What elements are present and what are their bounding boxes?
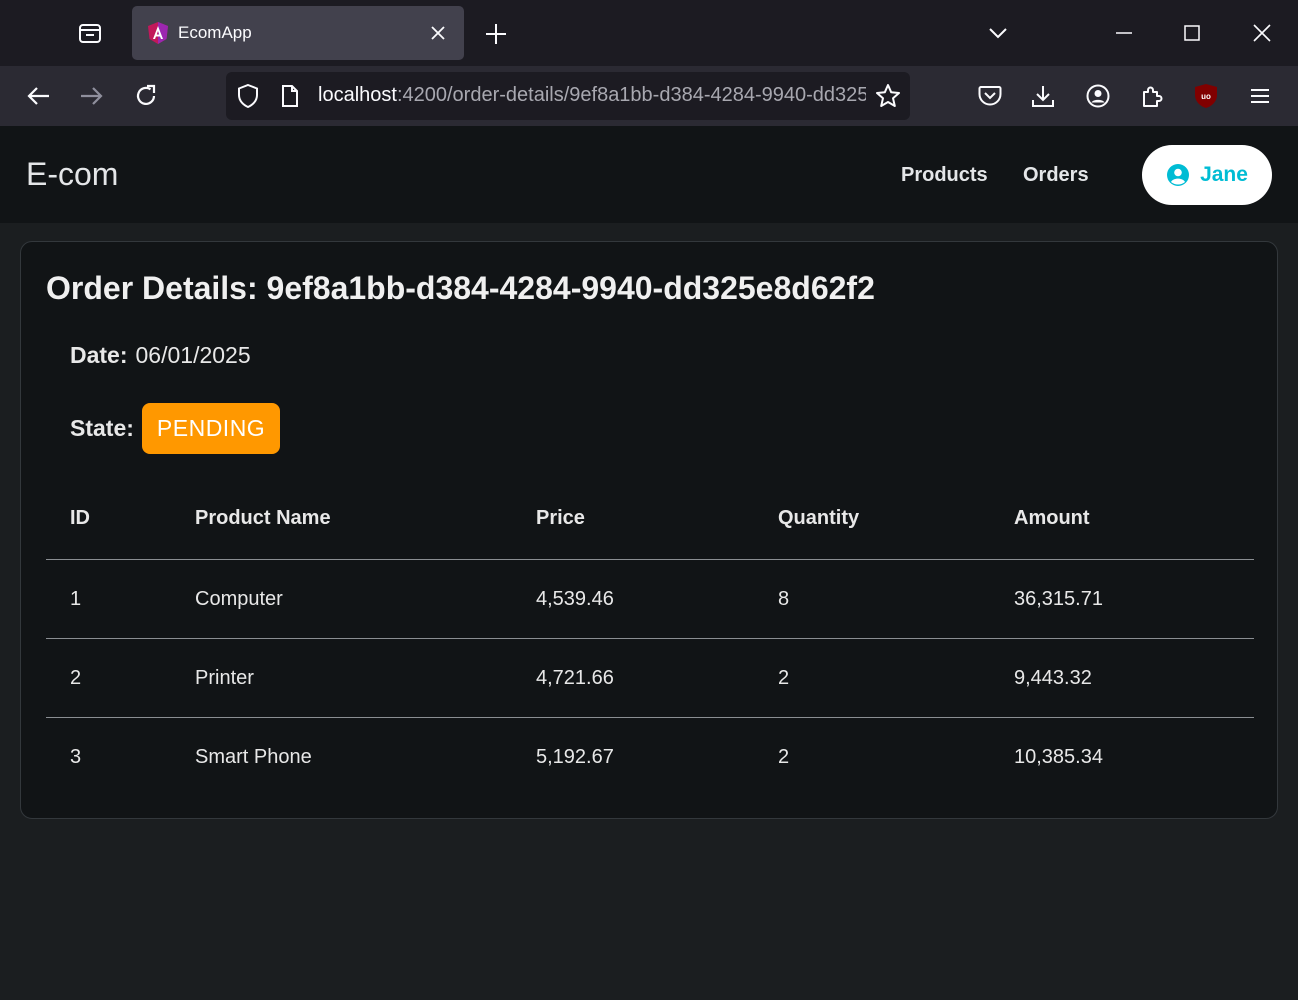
date-label: Date:: [70, 342, 128, 368]
order-date-row: Date: 06/01/2025: [70, 342, 251, 369]
date-value: 06/01/2025: [135, 342, 251, 368]
tab-title: EcomApp: [178, 23, 252, 42]
cell-id: 2: [70, 666, 82, 689]
browser-nav-bar: localhost:4200/order-details/9ef8a1bb-d3…: [0, 66, 1298, 126]
state-label: State:: [70, 415, 134, 441]
pocket-icon[interactable]: [968, 74, 1012, 118]
download-icon[interactable]: [1021, 74, 1065, 118]
cell-id: 1: [70, 587, 82, 610]
user-name: Jane: [1200, 163, 1248, 186]
user-menu-button[interactable]: Jane: [1142, 145, 1272, 205]
cell-price: 4,539.46: [536, 587, 614, 610]
brand-logo[interactable]: E-com: [26, 156, 118, 193]
cell-product-name: Printer: [195, 666, 254, 689]
browser-tab-bar: EcomApp: [0, 0, 1298, 66]
column-header-amount[interactable]: Amount: [1014, 478, 1090, 559]
cell-product-name: Smart Phone: [195, 746, 312, 768]
ublock-icon[interactable]: uo: [1184, 74, 1228, 118]
order-state-row: State: PENDING: [70, 403, 281, 454]
star-icon[interactable]: [874, 82, 902, 110]
forward-arrow-icon[interactable]: [70, 74, 114, 118]
column-header-quantity[interactable]: Quantity: [778, 478, 859, 559]
column-header-price[interactable]: Price: [536, 478, 585, 559]
cell-quantity: 2: [778, 666, 790, 689]
url-bar[interactable]: localhost:4200/order-details/9ef8a1bb-d3…: [226, 72, 910, 120]
menu-icon[interactable]: [1238, 74, 1282, 118]
reload-icon[interactable]: [124, 74, 168, 118]
nav-products-link[interactable]: Products: [901, 164, 988, 187]
back-arrow-icon[interactable]: [16, 74, 60, 118]
status-badge: PENDING: [141, 403, 281, 454]
cell-id: 3: [70, 746, 82, 768]
extensions-icon[interactable]: [1130, 74, 1174, 118]
new-tab-icon[interactable]: [476, 14, 516, 54]
table-row: 3 Smart Phone 5,192.67 2 10,385.34: [46, 718, 1254, 797]
order-details-card: Order Details: 9ef8a1bb-d384-4284-9940-d…: [20, 241, 1278, 819]
column-header-id[interactable]: ID: [70, 478, 90, 559]
url-text[interactable]: localhost:4200/order-details/9ef8a1bb-d3…: [318, 84, 866, 107]
angular-icon: [146, 21, 170, 45]
column-header-product-name[interactable]: Product Name: [195, 478, 331, 559]
url-path: :4200/order-details/9ef8a1bb-d384-4284-9…: [396, 84, 866, 106]
maximize-icon[interactable]: [1168, 10, 1216, 56]
cell-amount: 36,315.71: [1014, 587, 1103, 610]
account-icon[interactable]: [1076, 74, 1120, 118]
table-header-row: ID Product Name Price Quantity Amount: [46, 478, 1254, 560]
chevron-down-icon[interactable]: [974, 10, 1022, 56]
nav-orders-link[interactable]: Orders: [1023, 164, 1089, 187]
browser-tab[interactable]: EcomApp: [132, 6, 464, 60]
cell-quantity: 2: [778, 746, 790, 768]
minimize-icon[interactable]: [1100, 10, 1148, 56]
app-header: E-com Products Orders Jane: [0, 126, 1298, 223]
user-avatar-icon: [1166, 163, 1190, 187]
cell-amount: 9,443.32: [1014, 666, 1092, 689]
page-icon[interactable]: [276, 82, 304, 110]
cell-amount: 10,385.34: [1014, 746, 1103, 768]
cell-price: 4,721.66: [536, 666, 614, 689]
tab-list-icon[interactable]: [62, 8, 118, 58]
close-window-icon[interactable]: [1238, 10, 1286, 56]
cell-price: 5,192.67: [536, 746, 614, 768]
table-row: 1 Computer 4,539.46 8 36,315.71: [46, 560, 1254, 639]
table-row: 2 Printer 4,721.66 2 9,443.32: [46, 639, 1254, 718]
url-host: localhost: [318, 84, 397, 106]
shield-icon[interactable]: [234, 82, 262, 110]
close-tab-icon[interactable]: [424, 19, 452, 47]
svg-text:uo: uo: [1201, 92, 1211, 101]
page-title: Order Details: 9ef8a1bb-d384-4284-9940-d…: [46, 270, 875, 306]
order-items-table: ID Product Name Price Quantity Amount 1 …: [46, 478, 1254, 797]
cell-quantity: 8: [778, 587, 790, 610]
cell-product-name: Computer: [195, 587, 283, 610]
